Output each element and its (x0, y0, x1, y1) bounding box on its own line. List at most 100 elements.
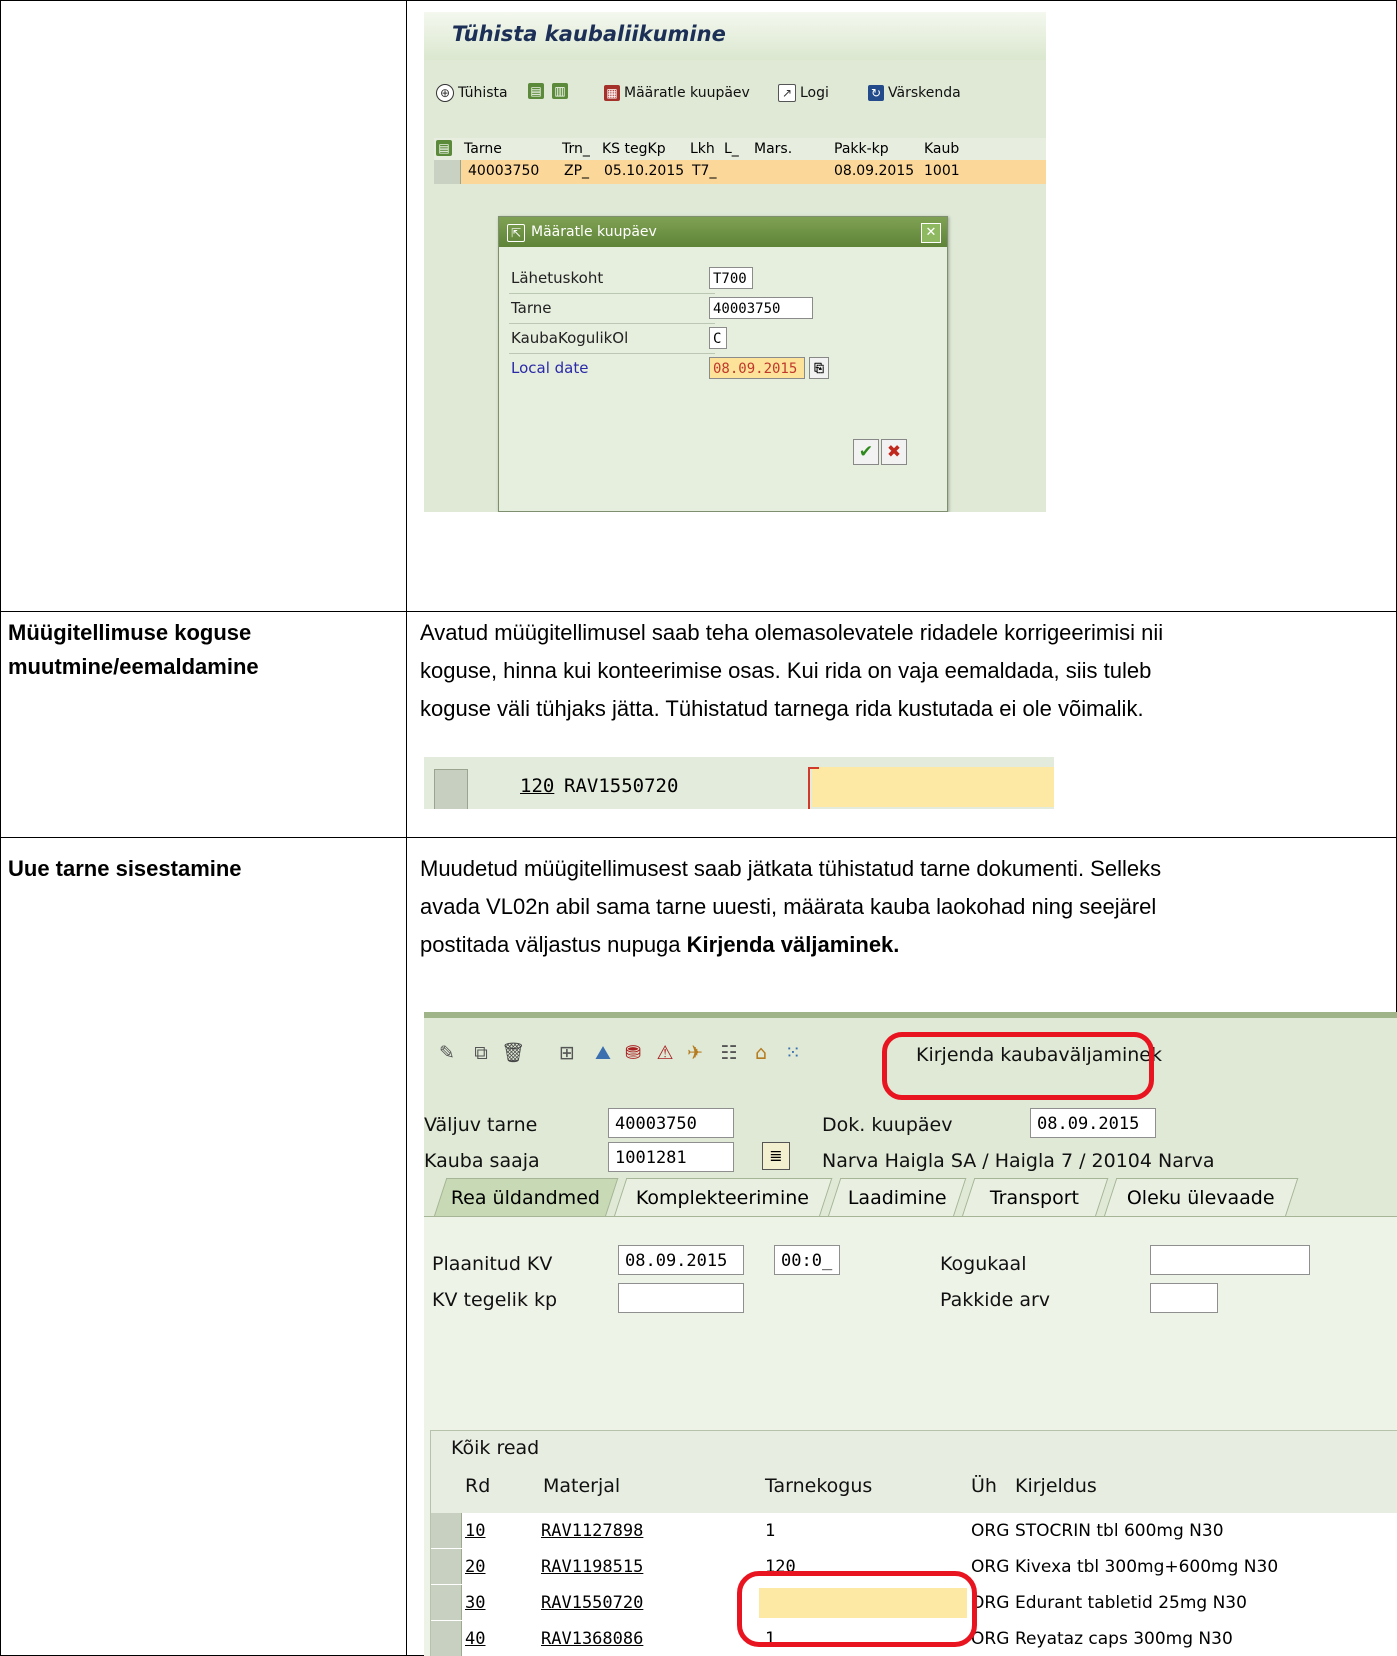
print-icon[interactable]: ⛃ (620, 1042, 646, 1064)
set-date-dialog: ⇱ Määratle kuupäev ✕ Lähetuskoht T700 Ta… (498, 216, 948, 512)
row-selector[interactable] (431, 1513, 462, 1548)
planned-goods-issue-date-field[interactable]: 08.09.2015 (618, 1245, 744, 1275)
field-label: Kogukaal (940, 1253, 1027, 1275)
unit-of-measure: ORG (971, 1557, 1010, 1577)
field-label: Kauba saaja (424, 1150, 540, 1172)
warning-icon[interactable]: ⚠ (652, 1042, 678, 1064)
document-flow-icon[interactable]: ☷ (716, 1042, 742, 1064)
screenshot-cancel-goods-movement: Tühista kaubaliikumine ⊕ Tühista ▤ ▥ ▦ M… (424, 12, 1046, 512)
delivery-quantity[interactable]: 1 (765, 1521, 775, 1541)
cancel-x-icon[interactable]: ✖ (881, 439, 907, 465)
row-selector[interactable] (431, 1585, 462, 1620)
column-header[interactable]: Materjal (543, 1475, 620, 1497)
row-selector[interactable] (434, 160, 461, 184)
column-header[interactable]: Mars. (754, 141, 792, 157)
paragraph-line: Avatud müügitellimusel saab teha olemaso… (420, 620, 1164, 645)
document-date-field[interactable]: 08.09.2015 (1030, 1108, 1156, 1138)
confirm-check-icon[interactable]: ✔ (853, 439, 879, 465)
paragraph-text: postitada väljastus nupuga (420, 932, 687, 957)
column-header[interactable]: Kaub (924, 141, 959, 157)
tab-picking[interactable]: Komplekteerimine (613, 1178, 833, 1217)
item-number[interactable]: 30 (465, 1593, 485, 1613)
planned-goods-issue-time-field[interactable]: 00:0_ (774, 1245, 840, 1275)
column-header[interactable]: Pakk-kp (834, 141, 889, 157)
item-number[interactable]: 10 (465, 1521, 485, 1541)
partner-icon[interactable]: ⛰ (590, 1042, 616, 1064)
deselect-all-icon[interactable]: ▥ (552, 83, 568, 99)
log-button[interactable]: ↗ Logi (778, 82, 829, 104)
tab-status-overview[interactable]: Oleku ülevaade (1103, 1178, 1299, 1217)
local-date-field[interactable]: 08.09.2015 (709, 357, 805, 379)
column-header[interactable]: Üh (971, 1475, 997, 1497)
column-header[interactable]: KS tegKp (602, 141, 666, 157)
select-all-icon[interactable]: ▤ (528, 83, 544, 99)
column-header[interactable]: Trn_ (562, 141, 590, 157)
material-number[interactable]: RAV1368086 (541, 1629, 643, 1649)
item-number[interactable]: 40 (465, 1629, 485, 1649)
display-change-icon[interactable]: ⧉ (468, 1042, 494, 1064)
cancel-button[interactable]: ⊕ Tühista (436, 82, 508, 104)
grid-settings-icon[interactable]: ▤ (436, 140, 452, 156)
field-label: Pakkide arv (940, 1289, 1051, 1311)
row-selector[interactable] (431, 1549, 462, 1584)
quantity-field[interactable] (812, 767, 1054, 807)
table-border-top (0, 0, 1397, 1)
column-header[interactable]: L_ (724, 141, 739, 157)
edit-icon[interactable]: ✎ (434, 1042, 460, 1064)
table-row[interactable]: 10 RAV1127898 1 ORG STOCRIN tbl 600mg N3… (431, 1513, 1397, 1550)
delivery-field[interactable]: 40003750 (709, 297, 813, 319)
paragraph-line: koguse väli tühjaks jätta. Tühistatud ta… (420, 696, 1144, 721)
item-description: Reyataz caps 300mg N30 (1015, 1629, 1233, 1649)
delete-icon[interactable]: 🗑 (500, 1042, 526, 1064)
package-icon[interactable]: ✈ (682, 1042, 708, 1064)
screenshot-change-outbound-delivery: ✎ ⧉ 🗑 ⊞ ⛰ ⛃ ⚠ ✈ ☷ ⌂ ⁙ Kirjenda kaubavälj… (424, 1012, 1397, 1656)
header-icon[interactable]: ⊞ (554, 1042, 580, 1064)
column-header[interactable]: Rd (465, 1475, 490, 1497)
tab-label: Laadimine (847, 1187, 947, 1209)
tab-label: Komplekteerimine (636, 1187, 810, 1209)
actual-goods-issue-date-field[interactable] (618, 1283, 744, 1313)
row-label-line: muutmine/eemaldamine (8, 654, 259, 679)
set-date-button[interactable]: ▦ Määratle kuupäev (604, 82, 750, 104)
field-label: Tarne (511, 299, 552, 317)
column-header[interactable]: Tarnekogus (765, 1475, 872, 1497)
log-button-label: Logi (800, 85, 829, 101)
item-number[interactable]: 20 (465, 1557, 485, 1577)
row-label: Uue tarne sisestamine (8, 852, 242, 886)
material-number[interactable]: RAV1550720 (541, 1593, 643, 1613)
grid-cell: T7_ (692, 163, 717, 179)
items-table: Kõik read Rd Materjal Tarnekogus Üh Kirj… (430, 1430, 1397, 1656)
item-number[interactable]: 120 (520, 775, 554, 797)
warehouse-icon[interactable]: ⌂ (748, 1042, 774, 1064)
tab-loading[interactable]: Laadimine (827, 1178, 967, 1217)
goods-movement-status-field[interactable]: C (709, 327, 727, 349)
packages-count-field[interactable] (1150, 1283, 1218, 1313)
row-selector[interactable] (431, 1621, 462, 1656)
refresh-button[interactable]: ↻ Värskenda (868, 82, 961, 104)
grid-cell: 40003750 (468, 163, 540, 179)
material-number[interactable]: RAV1198515 (541, 1557, 643, 1577)
table-row[interactable]: 40003750 ZP_ 05.10.2015 T7_ 08.09.2015 1… (434, 160, 1046, 184)
highlight-empty-quantity (737, 1571, 977, 1647)
field-label: Väljuv tarne (424, 1114, 538, 1136)
calendar-picker-icon[interactable]: ⎘ (809, 357, 829, 379)
material-number[interactable]: RAV1127898 (541, 1521, 643, 1541)
total-weight-field[interactable] (1150, 1245, 1310, 1275)
close-icon[interactable]: ✕ (921, 223, 941, 243)
table-row-divider (0, 837, 1397, 838)
grid-icon[interactable]: ⁙ (780, 1042, 806, 1064)
cancel-button-label: Tühista (458, 85, 508, 101)
ship-to-party-field[interactable]: 1001281 (608, 1142, 734, 1172)
window-title: Tühista kaubaliikumine (452, 22, 726, 46)
column-header[interactable]: Lkh (690, 141, 715, 157)
table-column-divider (406, 0, 407, 1656)
tab-item-overview[interactable]: Rea üldandmed (433, 1178, 619, 1217)
field-label: Plaanitud KV (432, 1253, 553, 1275)
row-selector[interactable] (434, 769, 468, 809)
address-icon[interactable]: ≣ (762, 1142, 790, 1170)
tab-transport[interactable]: Transport (961, 1178, 1109, 1217)
shipping-point-field[interactable]: T700 (709, 267, 753, 289)
column-header[interactable]: Kirjeldus (1015, 1475, 1097, 1497)
outbound-delivery-field[interactable]: 40003750 (608, 1108, 734, 1138)
column-header[interactable]: Tarne (464, 141, 502, 157)
